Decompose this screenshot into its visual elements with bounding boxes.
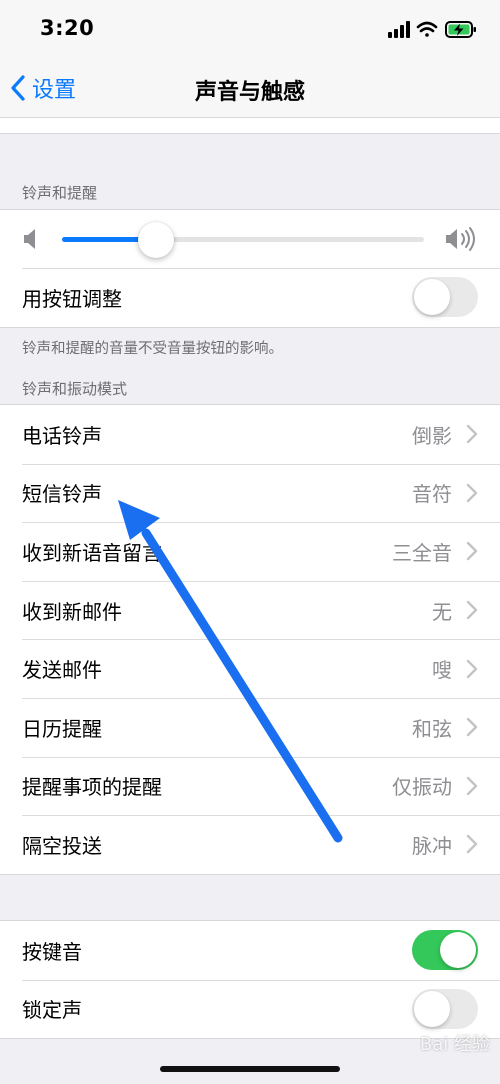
list-item-value: 和弦 xyxy=(412,716,452,741)
list-item-value: 音符 xyxy=(412,482,452,507)
ringer-volume-slider[interactable] xyxy=(62,222,424,258)
list-item-label: 收到新语音留言 xyxy=(22,540,162,565)
toggle-switch[interactable] xyxy=(412,988,478,1029)
volume-low-icon xyxy=(24,229,35,249)
section-header-patterns: 铃声和振动模式 xyxy=(22,380,128,398)
list-item-value: 倒影 xyxy=(412,423,452,448)
chevron-right-icon xyxy=(466,835,478,854)
home-indicator xyxy=(160,1066,340,1072)
slider-thumb[interactable] xyxy=(138,222,175,258)
toggle-row: 按键音 xyxy=(0,921,500,980)
wifi-icon xyxy=(416,21,438,37)
list-item[interactable]: 日历提醒 和弦 xyxy=(0,697,500,757)
list-item-label: 隔空投送 xyxy=(22,833,102,858)
volume-high-icon xyxy=(446,227,475,251)
list-item-label: 提醒事项的提醒 xyxy=(22,775,162,800)
cellular-signal-icon xyxy=(388,21,410,38)
list-item-label: 短信铃声 xyxy=(22,482,102,507)
list-item[interactable]: 收到新语音留言 三全音 xyxy=(0,522,500,581)
battery-charging-icon xyxy=(445,21,476,38)
chevron-right-icon xyxy=(466,659,478,678)
page-title: 声音与触感 xyxy=(194,80,305,105)
toggle-row-label: 锁定声 xyxy=(22,998,82,1023)
toggle-row-label: 按键音 xyxy=(22,939,82,964)
status-time: 3:20 xyxy=(40,16,95,40)
change-with-buttons-label: 用按钮调整 xyxy=(22,286,122,311)
list-item[interactable]: 隔空投送 脉冲 xyxy=(0,815,500,874)
list-item-value: 三全音 xyxy=(392,540,452,565)
chevron-right-icon xyxy=(466,542,478,561)
ringer-footer-note: 铃声和提醒的音量不受音量按钮的影响。 xyxy=(22,341,283,357)
status-bar: 3:20 xyxy=(0,0,500,58)
list-item[interactable]: 提醒事项的提醒 仅振动 xyxy=(0,756,500,816)
list-item[interactable]: 收到新邮件 无 xyxy=(0,580,500,640)
toggle-knob xyxy=(414,279,450,316)
list-item[interactable]: 发送邮件 嗖 xyxy=(0,639,500,698)
chevron-right-icon xyxy=(466,600,478,620)
list-item-value: 脉冲 xyxy=(412,833,452,858)
list-item-label: 电话铃声 xyxy=(22,423,102,448)
chevron-right-icon xyxy=(466,776,478,796)
toggle-knob xyxy=(440,932,476,969)
chevron-right-icon xyxy=(466,718,478,737)
chevron-right-icon xyxy=(466,425,478,444)
change-with-buttons-row: 用按钮调整 xyxy=(0,268,500,327)
section-header-ringer: 铃声和提醒 xyxy=(22,184,98,202)
list-item-value: 无 xyxy=(432,599,452,624)
list-item[interactable]: 电话铃声 倒影 xyxy=(0,405,500,464)
list-item-label: 收到新邮件 xyxy=(22,599,122,624)
toggle-knob xyxy=(414,990,450,1027)
navigation-bar: 设置 声音与触感 xyxy=(0,58,500,118)
list-item-value: 嗖 xyxy=(432,658,452,683)
toggle-switch[interactable] xyxy=(412,930,478,971)
list-item-label: 发送邮件 xyxy=(22,658,102,683)
scrolled-content-edge xyxy=(0,118,500,134)
chevron-right-icon xyxy=(466,483,478,503)
list-item-value: 仅振动 xyxy=(392,775,452,800)
ringer-volume-row xyxy=(0,210,500,268)
status-icons xyxy=(388,21,476,38)
change-with-buttons-toggle[interactable] xyxy=(412,277,478,318)
list-item[interactable]: 短信铃声 音符 xyxy=(0,463,500,523)
watermark-logo: Bai 经验 xyxy=(419,1034,490,1055)
ringer-group: 用按钮调整 xyxy=(0,209,500,328)
sounds-patterns-group: 电话铃声 倒影短信铃声 音符收到新语音留言 三全音收到新邮件 无发送邮件 嗖日历提醒 和弦提… xyxy=(0,404,500,875)
system-sounds-group: 按键音 锁定声 xyxy=(0,920,500,1040)
list-item-label: 日历提醒 xyxy=(22,716,102,741)
